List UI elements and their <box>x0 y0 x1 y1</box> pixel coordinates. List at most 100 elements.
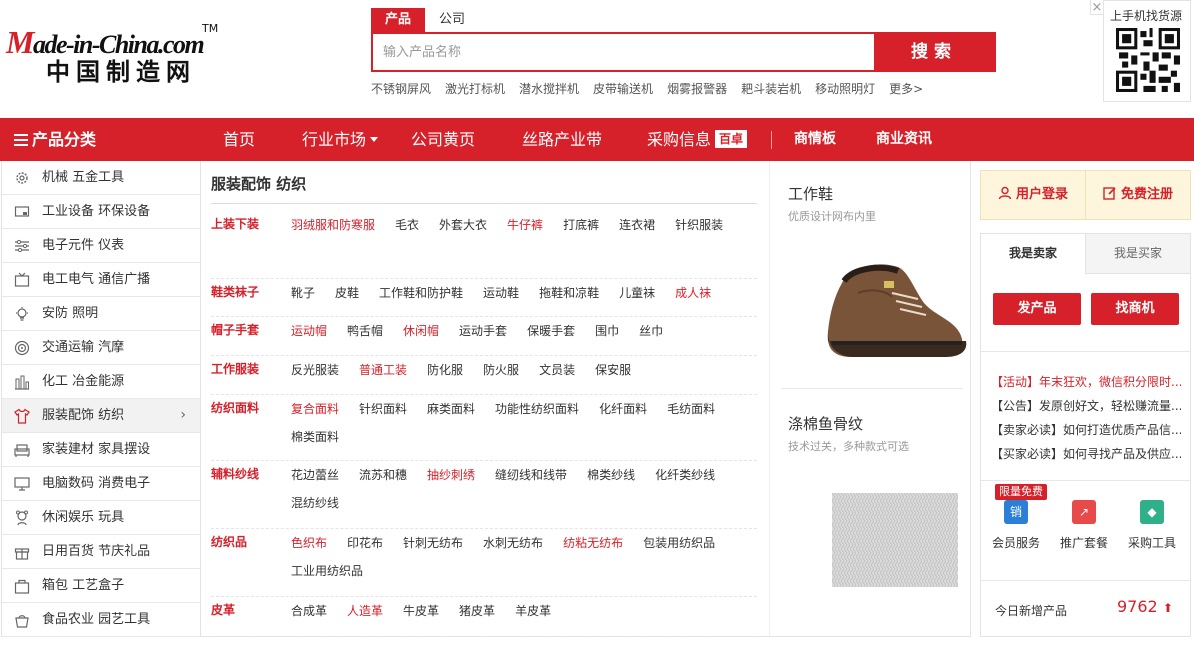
subcategory-link[interactable]: 靴子 <box>291 279 315 307</box>
sidebar-item-machinery[interactable]: 机械 五金工具 <box>2 161 200 195</box>
sidebar-item-food[interactable]: 食品农业 园艺工具 <box>2 603 200 637</box>
news-item[interactable]: 【卖家必读】如何打造优质产品信... <box>991 421 1181 438</box>
subcategory-link[interactable]: 针织服装 <box>675 211 723 239</box>
news-item[interactable]: 【公告】发原创好文，轻松赚流量... <box>991 397 1181 414</box>
subcategory-link[interactable]: 反光服装 <box>291 356 339 384</box>
work-shoe-image[interactable] <box>822 253 968 363</box>
promotion-package-link[interactable]: ↗ 推广套餐 <box>1049 500 1119 551</box>
subcategory-link[interactable]: 普通工装 <box>359 356 407 384</box>
subcategory-label[interactable]: 皮革 <box>211 601 235 618</box>
subcategory-link[interactable]: 鸭舌帽 <box>347 317 383 345</box>
news-item[interactable]: 【买家必读】如何寻找产品及供应... <box>991 445 1181 462</box>
sidebar-item-gifts[interactable]: 日用百货 节庆礼品 <box>2 535 200 569</box>
promo-title[interactable]: 涤棉鱼骨纹 <box>788 413 863 434</box>
nav-yellow-pages[interactable]: 公司黄页 <box>411 118 475 161</box>
subcategory-link[interactable]: 保暖手套 <box>527 317 575 345</box>
promo-title[interactable]: 工作鞋 <box>788 183 833 204</box>
sidebar-item-toys[interactable]: 休闲娱乐 玩具 <box>2 501 200 535</box>
subcategory-link[interactable]: 运动鞋 <box>483 279 519 307</box>
subcategory-link[interactable]: 连衣裙 <box>619 211 655 239</box>
nav-home[interactable]: 首页 <box>223 118 255 161</box>
subcategory-link[interactable]: 纺粘无纺布 <box>563 529 623 557</box>
close-icon[interactable]: × <box>1090 0 1104 15</box>
sidebar-item-transport[interactable]: 交通运输 汽摩 <box>2 331 200 365</box>
hot-keyword[interactable]: 激光打标机 <box>445 80 505 97</box>
subcategory-link[interactable]: 防火服 <box>483 356 519 384</box>
subcategory-link[interactable]: 外套大衣 <box>439 211 487 239</box>
search-button[interactable]: 搜索 <box>874 34 994 70</box>
subcategory-link[interactable]: 抽纱刺绣 <box>427 461 475 489</box>
subcategory-link[interactable]: 儿童袜 <box>619 279 655 307</box>
subcategory-link[interactable]: 化纤类纱线 <box>655 461 715 489</box>
nav-silk-road[interactable]: 丝路产业带 <box>522 118 602 161</box>
subcategory-link[interactable]: 毛纺面料 <box>667 395 715 423</box>
news-item[interactable]: 【活动】年末狂欢，微信积分限时... <box>991 373 1181 390</box>
subcategory-link[interactable]: 成人袜 <box>675 279 711 307</box>
subcategory-link[interactable]: 棉类纱线 <box>587 461 635 489</box>
search-tab-product[interactable]: 产品 <box>371 8 426 32</box>
subcategory-label[interactable]: 纺织面料 <box>211 399 259 416</box>
subcategory-label[interactable]: 帽子手套 <box>211 321 259 338</box>
subcategory-label[interactable]: 纺织品 <box>211 533 247 550</box>
tab-buyer[interactable]: 我是买家 <box>1085 234 1190 274</box>
sidebar-item-apparel[interactable]: 服装配饰 纺织 › <box>2 399 200 433</box>
subcategory-link[interactable]: 文员装 <box>539 356 575 384</box>
subcategory-label[interactable]: 上装下装 <box>211 215 259 232</box>
tab-seller[interactable]: 我是卖家 <box>981 234 1085 274</box>
subcategory-link[interactable]: 流苏和穗 <box>359 461 407 489</box>
subcategory-link[interactable]: 围巾 <box>595 317 619 345</box>
hot-keyword[interactable]: 不锈钢屏风 <box>371 80 431 97</box>
herringbone-fabric-image[interactable] <box>832 493 958 587</box>
login-button[interactable]: 用户登录 <box>981 171 1086 219</box>
sidebar-item-home-building[interactable]: 家装建材 家具摆设 <box>2 433 200 467</box>
subcategory-link[interactable]: 运动帽 <box>291 317 327 345</box>
subcategory-link[interactable]: 毛衣 <box>395 211 419 239</box>
sidebar-item-computers[interactable]: 电脑数码 消费电子 <box>2 467 200 501</box>
subcategory-link[interactable]: 打底裤 <box>563 211 599 239</box>
subcategory-link[interactable]: 麻类面料 <box>427 395 475 423</box>
hot-keyword[interactable]: 耙斗装岩机 <box>741 80 801 97</box>
subcategory-link[interactable]: 人造革 <box>347 597 383 625</box>
subcategory-link[interactable]: 牛皮革 <box>403 597 439 625</box>
sidebar-item-chemical[interactable]: 化工 冶金能源 <box>2 365 200 399</box>
subcategory-link[interactable]: 包装用纺织品 <box>643 529 715 557</box>
sidebar-item-electronics[interactable]: 电子元件 仪表 <box>2 229 200 263</box>
more-keywords-link[interactable]: 更多> <box>889 80 923 97</box>
subcategory-link[interactable]: 羽绒服和防寒服 <box>291 211 375 239</box>
hot-keyword[interactable]: 移动照明灯 <box>815 80 875 97</box>
subcategory-link[interactable]: 复合面料 <box>291 395 339 423</box>
post-product-button[interactable]: 发产品 <box>993 293 1081 325</box>
subcategory-link[interactable]: 运动手套 <box>459 317 507 345</box>
subcategory-link[interactable]: 保安服 <box>595 356 631 384</box>
subcategory-link[interactable]: 缝纫线和线带 <box>495 461 567 489</box>
subcategory-link[interactable]: 休闲帽 <box>403 317 439 345</box>
subcategory-link[interactable]: 水刺无纺布 <box>483 529 543 557</box>
subcategory-link[interactable]: 拖鞋和凉鞋 <box>539 279 599 307</box>
subcategory-link[interactable]: 牛仔裤 <box>507 211 543 239</box>
subcategory-link[interactable]: 工作鞋和防护鞋 <box>379 279 463 307</box>
subcategory-link[interactable]: 工业用纺织品 <box>291 557 363 585</box>
nav-business-board[interactable]: 商情板 <box>794 118 836 161</box>
subcategory-label[interactable]: 鞋类袜子 <box>211 283 259 300</box>
subcategory-link[interactable]: 化纤面料 <box>599 395 647 423</box>
subcategory-link[interactable]: 花边蕾丝 <box>291 461 339 489</box>
subcategory-link[interactable]: 皮鞋 <box>335 279 359 307</box>
subcategory-link[interactable]: 合成革 <box>291 597 327 625</box>
subcategory-link[interactable]: 丝巾 <box>639 317 663 345</box>
purchase-tools-link[interactable]: ◆ 采购工具 <box>1117 500 1187 551</box>
sidebar-item-bags[interactable]: 箱包 工艺盒子 <box>2 569 200 603</box>
site-logo[interactable]: Made-in-China.com TM 中国制造网 <box>6 22 218 86</box>
search-input[interactable] <box>373 34 874 70</box>
product-category-menu[interactable]: 产品分类 <box>0 118 200 161</box>
subcategory-label[interactable]: 工作服装 <box>211 360 259 377</box>
subcategory-link[interactable]: 功能性纺织面料 <box>495 395 579 423</box>
subcategory-label[interactable]: 辅料纱线 <box>211 465 259 482</box>
register-button[interactable]: 免费注册 <box>1086 171 1190 219</box>
hot-keyword[interactable]: 烟雾报警器 <box>667 80 727 97</box>
nav-business-news[interactable]: 商业资讯 <box>876 118 932 161</box>
subcategory-link[interactable]: 印花布 <box>347 529 383 557</box>
subcategory-link[interactable]: 棉类面料 <box>291 423 339 451</box>
search-tab-company[interactable]: 公司 <box>425 8 479 32</box>
hot-keyword[interactable]: 潜水搅拌机 <box>519 80 579 97</box>
subcategory-link[interactable]: 针织面料 <box>359 395 407 423</box>
